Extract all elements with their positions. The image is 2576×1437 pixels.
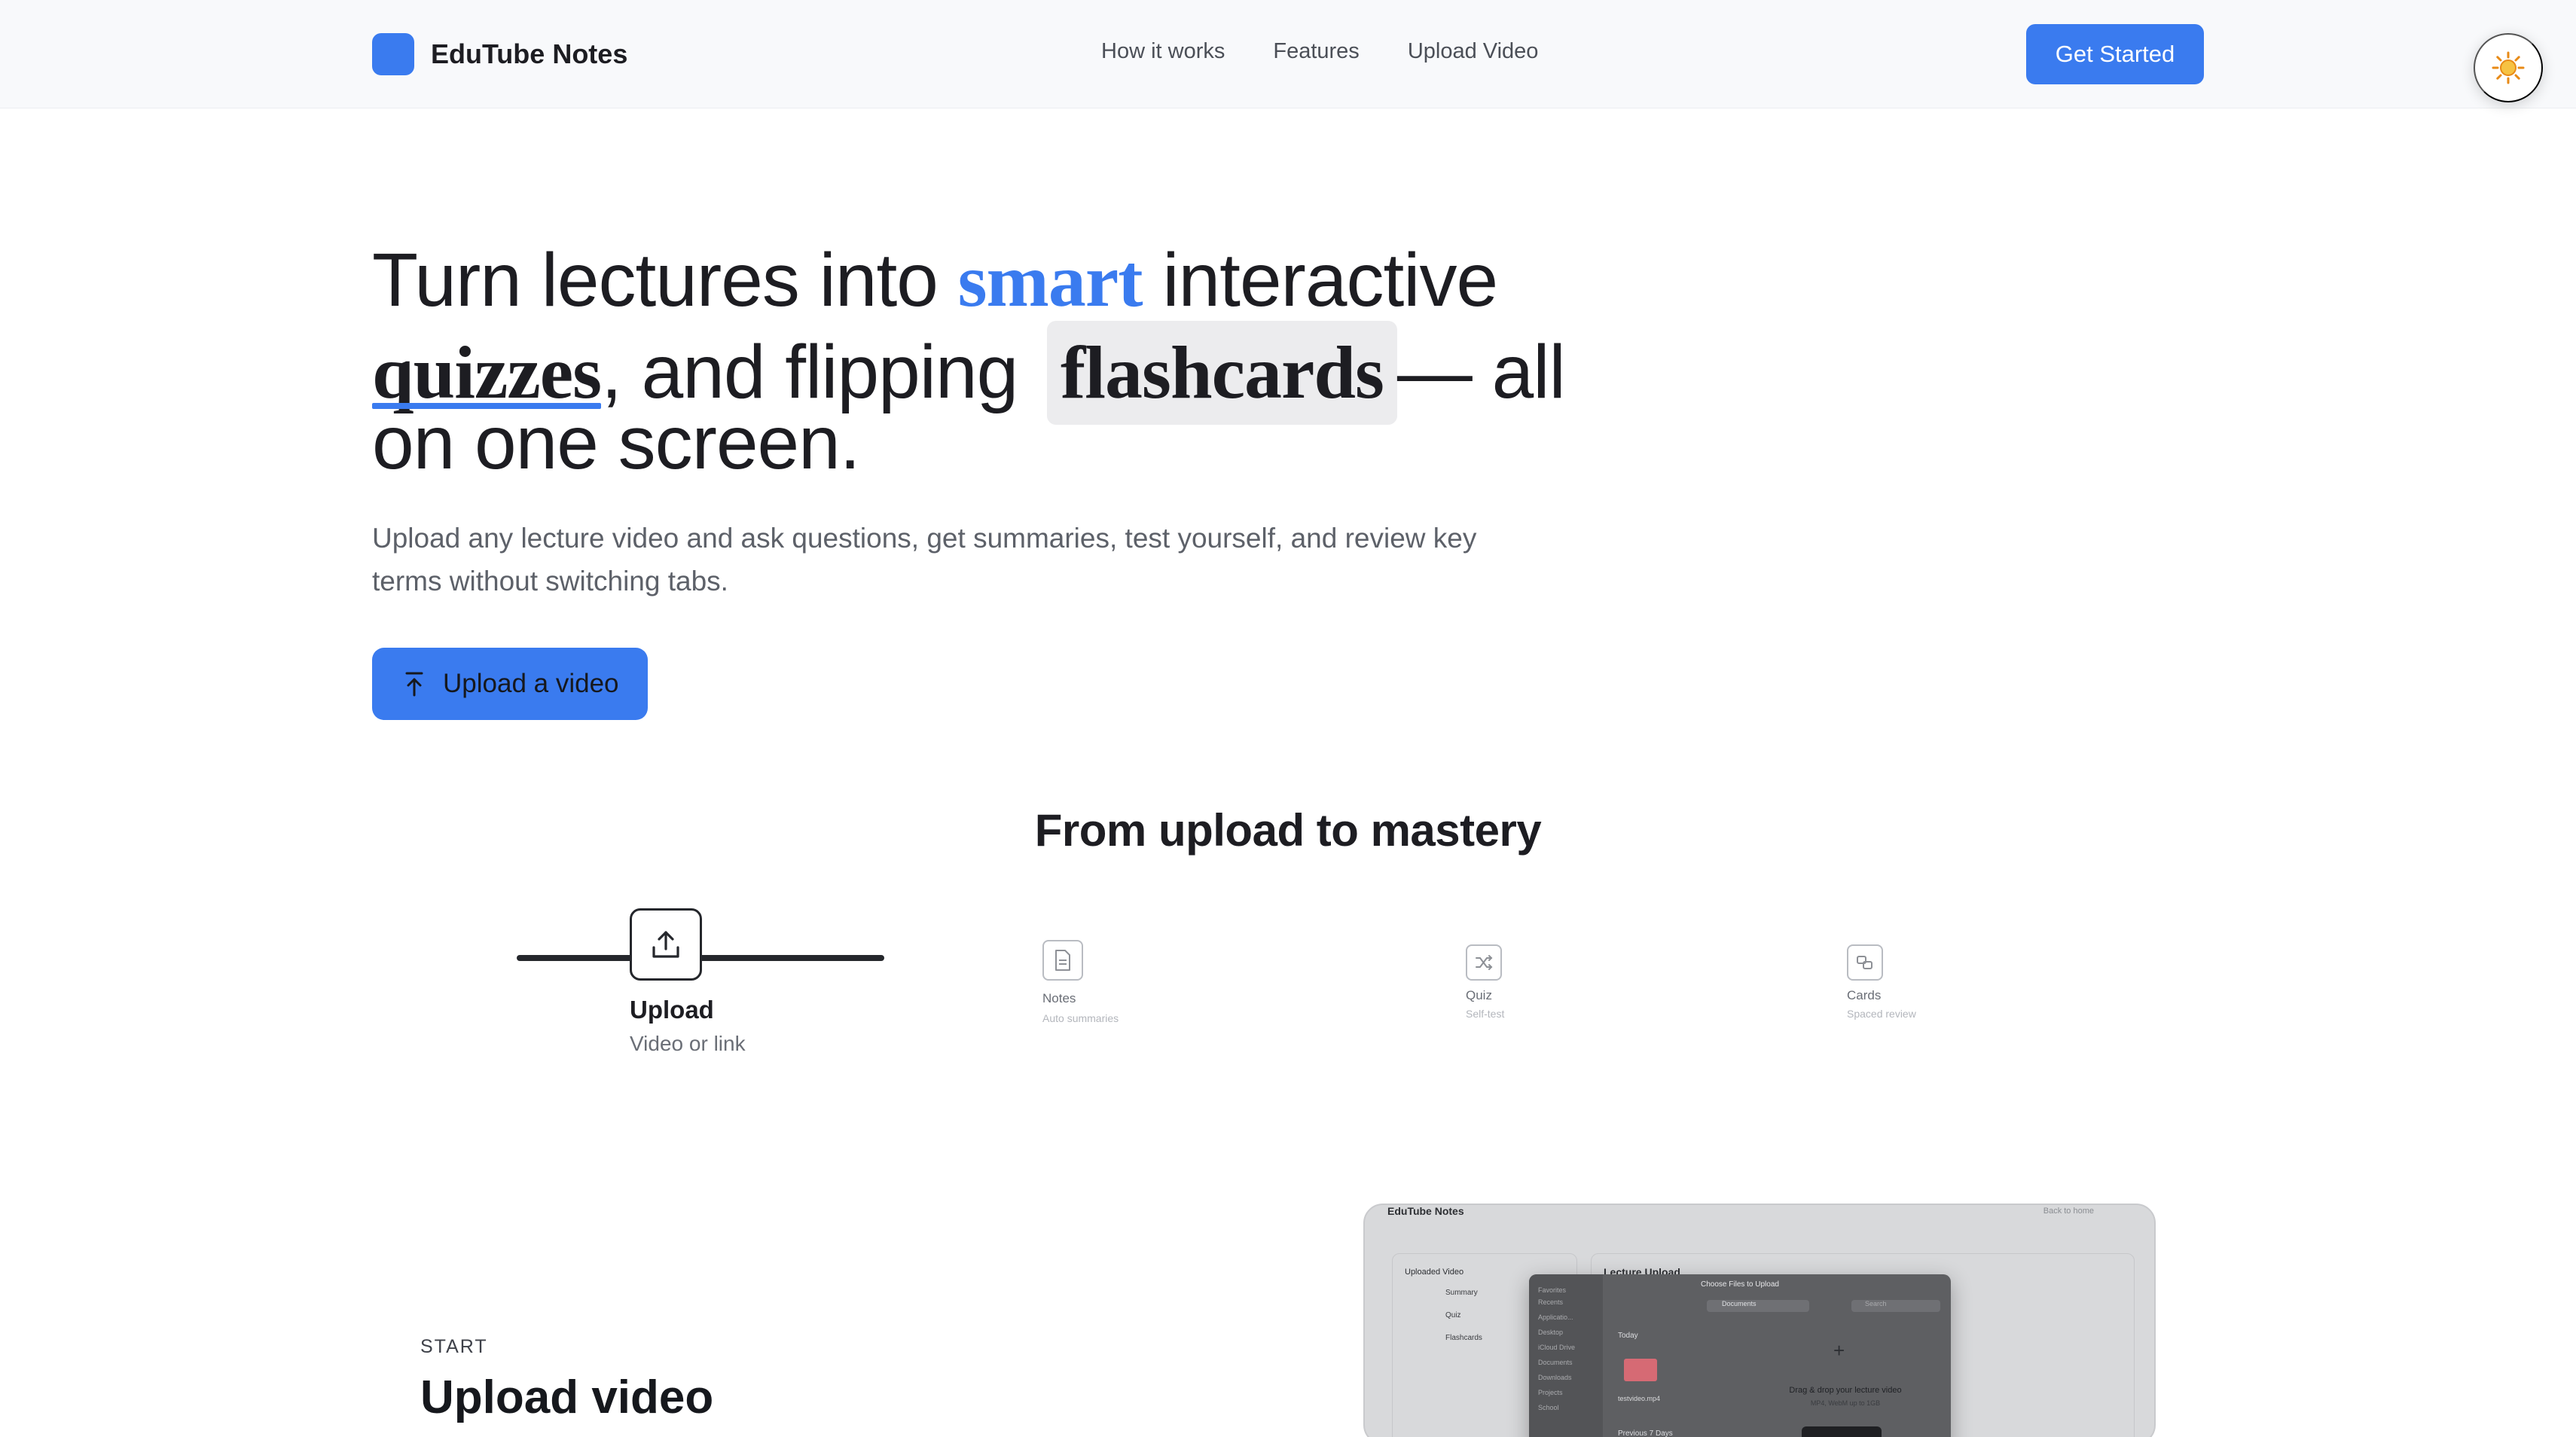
hero-text: interactive bbox=[1142, 238, 1498, 322]
preview-search-field: Search bbox=[1851, 1300, 1940, 1312]
step-quiz-button[interactable] bbox=[1466, 944, 1502, 981]
step-quiz-label: Quiz bbox=[1466, 988, 1492, 1002]
hero-line-1: Turn lectures into smart interactive bbox=[372, 238, 1668, 322]
upload-icon bbox=[652, 931, 679, 958]
step-upload-label: Upload bbox=[630, 996, 714, 1024]
preview-sidebar-header: Uploaded Video bbox=[1405, 1268, 1464, 1277]
preview-location-select: Documents bbox=[1707, 1300, 1809, 1312]
hero-accent-word: smart bbox=[957, 239, 1143, 322]
preview-drop-text: Drag & drop your lecture video bbox=[1789, 1386, 1902, 1395]
preview-drop-sub: MP4, WebM up to 1GB bbox=[1810, 1399, 1881, 1407]
preview-file-thumbnail bbox=[1624, 1359, 1657, 1381]
steps-section-title: From upload to mastery bbox=[1034, 805, 1542, 856]
step-notes-sub: Auto summaries bbox=[1042, 1012, 1119, 1024]
get-started-button[interactable]: Get Started bbox=[2026, 24, 2204, 84]
step-cards-label: Cards bbox=[1847, 988, 1882, 1002]
preview-fav-item: Recents bbox=[1538, 1298, 1564, 1306]
preview-file-name: testvideo.mp4 bbox=[1618, 1395, 1661, 1402]
preview-choose-button bbox=[1802, 1426, 1882, 1437]
nav-links: How it works Features Upload Video bbox=[1101, 39, 1538, 64]
brand-name: EduTube Notes bbox=[431, 38, 628, 69]
hero-text: Turn lectures into bbox=[372, 238, 958, 322]
feature-eyebrow: START bbox=[420, 1336, 488, 1357]
preview-fav-item: Projects bbox=[1538, 1389, 1563, 1396]
brand-logo[interactable]: EduTube Notes bbox=[372, 33, 627, 75]
preview-today-label: Today bbox=[1618, 1332, 1638, 1340]
arrow-up-icon bbox=[405, 672, 423, 697]
step-upload-button[interactable] bbox=[630, 908, 702, 981]
hero-quizzes-word: quizzes bbox=[372, 331, 602, 414]
preview-sidebar-item: Quiz bbox=[1445, 1311, 1461, 1320]
step-cards-button[interactable] bbox=[1847, 944, 1883, 981]
document-icon bbox=[1055, 950, 1070, 971]
step-upload-sub: Video or link bbox=[630, 1032, 746, 1055]
brand-mark-icon bbox=[372, 33, 414, 75]
sun-icon bbox=[2492, 51, 2525, 84]
step-quiz-sub: Self-test bbox=[1466, 1008, 1505, 1020]
step-cards-sub: Spaced review bbox=[1847, 1008, 1916, 1020]
hero-line-2: quizzes, and flipping flashcards — all bbox=[372, 321, 1668, 425]
preview-fav-item: School bbox=[1538, 1404, 1559, 1411]
nav-link-features[interactable]: Features bbox=[1273, 39, 1359, 64]
top-navbar: EduTube Notes How it works Features Uplo… bbox=[0, 0, 2576, 108]
app-preview-screenshot: EduTube Notes Back to home Uploaded Vide… bbox=[1363, 1204, 2156, 1437]
hero-headline: Turn lectures into smart interactive qui… bbox=[372, 238, 1668, 484]
feature-title: Upload video bbox=[420, 1371, 714, 1423]
upload-video-label: Upload a video bbox=[443, 669, 619, 698]
preview-plus-icon: + bbox=[1833, 1339, 1845, 1362]
shuffle-icon bbox=[1476, 955, 1493, 970]
preview-back-link: Back to home bbox=[2043, 1207, 2094, 1216]
preview-fav-item: Applicatio... bbox=[1538, 1313, 1573, 1321]
preview-sidebar-item: Summary bbox=[1445, 1289, 1478, 1297]
preview-file-dialog: Favorites Recents Applicatio... Desktop … bbox=[1529, 1274, 1951, 1437]
preview-dialog-title: Choose Files to Upload bbox=[1701, 1280, 1779, 1289]
hero-text: — all bbox=[1396, 330, 1566, 414]
preview-fav-item: Desktop bbox=[1538, 1329, 1564, 1336]
step-notes-button[interactable] bbox=[1042, 940, 1083, 981]
hero-subtitle: Upload any lecture video and ask questio… bbox=[372, 523, 1477, 596]
nav-link-how-it-works[interactable]: How it works bbox=[1101, 39, 1225, 64]
theme-toggle-button[interactable] bbox=[2474, 33, 2543, 102]
preview-previous-label: Previous 7 Days bbox=[1618, 1429, 1673, 1437]
preview-brand: EduTube Notes bbox=[1387, 1205, 1464, 1217]
preview-fav-item: Downloads bbox=[1538, 1374, 1572, 1381]
nav-link-upload-video[interactable]: Upload Video bbox=[1408, 39, 1539, 64]
preview-sidebar-item: Flashcards bbox=[1445, 1334, 1482, 1342]
hero-flashcards-word: flashcards bbox=[1046, 321, 1397, 425]
cards-icon bbox=[1857, 956, 1872, 969]
preview-fav-item: Documents bbox=[1538, 1359, 1573, 1366]
step-notes-label: Notes bbox=[1042, 991, 1076, 1005]
upload-video-button[interactable]: Upload a video bbox=[372, 648, 648, 720]
preview-fav-item: iCloud Drive bbox=[1538, 1344, 1576, 1351]
preview-dialog-sidebar: Favorites Recents Applicatio... Desktop … bbox=[1529, 1274, 1603, 1437]
